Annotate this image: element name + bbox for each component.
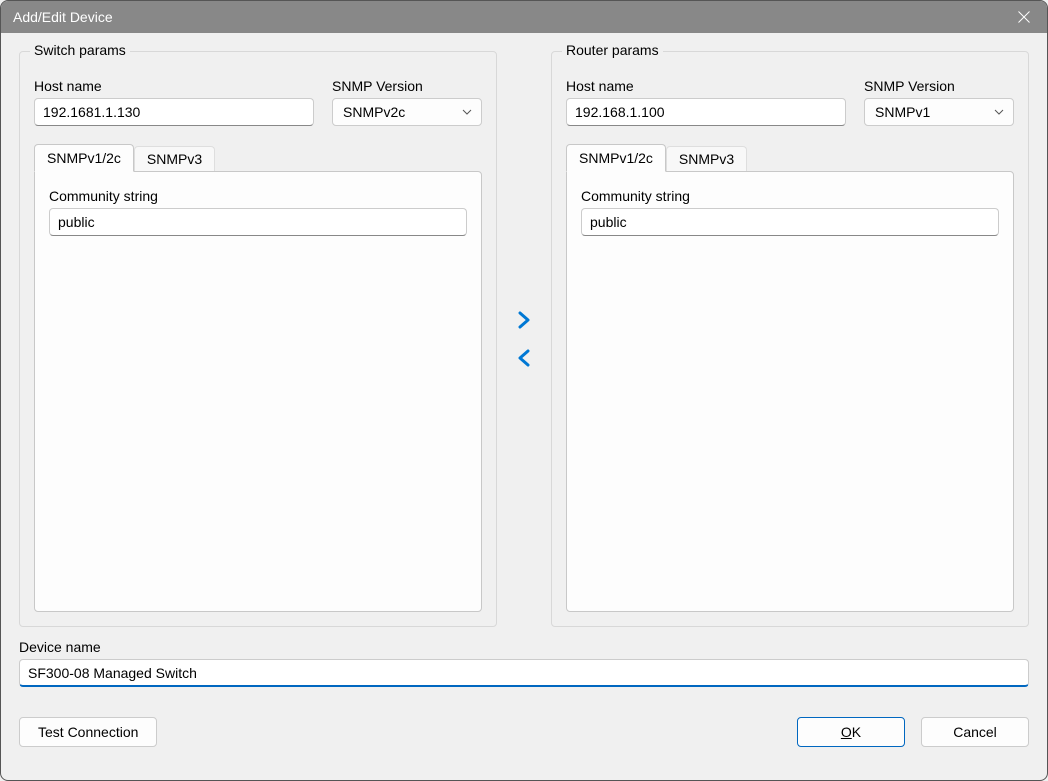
switch-snmp-version-select[interactable]: SNMPv2c bbox=[332, 98, 482, 126]
titlebar: Add/Edit Device bbox=[1, 1, 1047, 33]
switch-tab-content: Community string bbox=[34, 171, 482, 612]
switch-snmp-version-label: SNMP Version bbox=[332, 78, 482, 94]
close-icon bbox=[1018, 11, 1030, 23]
chevron-left-icon bbox=[517, 349, 531, 367]
device-name-input[interactable] bbox=[19, 659, 1029, 687]
router-params-fieldset: Router params Host name SNMP Version SNM… bbox=[551, 51, 1029, 627]
device-name-section: Device name bbox=[19, 639, 1029, 687]
button-row: Test Connection OK Cancel bbox=[19, 717, 1029, 747]
test-connection-button[interactable]: Test Connection bbox=[19, 717, 157, 747]
cancel-button[interactable]: Cancel bbox=[921, 717, 1029, 747]
router-community-input[interactable] bbox=[581, 208, 999, 236]
ok-button[interactable]: OK bbox=[797, 717, 905, 747]
switch-host-input[interactable] bbox=[34, 98, 314, 126]
router-host-input[interactable] bbox=[566, 98, 846, 126]
router-tab-snmpv3[interactable]: SNMPv3 bbox=[666, 146, 747, 171]
dialog-window: Add/Edit Device Switch params Host name bbox=[0, 0, 1048, 781]
switch-snmp-version-value: SNMPv2c bbox=[332, 98, 482, 126]
router-snmp-version-value: SNMPv1 bbox=[864, 98, 1014, 126]
switch-tab-snmpv12c[interactable]: SNMPv1/2c bbox=[34, 144, 134, 172]
switch-host-label: Host name bbox=[34, 78, 314, 94]
router-host-label: Host name bbox=[566, 78, 846, 94]
ok-button-rest: K bbox=[852, 724, 861, 740]
window-title: Add/Edit Device bbox=[13, 9, 113, 25]
copy-right-button[interactable] bbox=[514, 310, 534, 330]
switch-community-input[interactable] bbox=[49, 208, 467, 236]
copy-arrows bbox=[497, 51, 551, 627]
device-name-label: Device name bbox=[19, 639, 1029, 655]
router-tab-content: Community string bbox=[566, 171, 1014, 612]
router-tabs: SNMPv1/2c SNMPv3 bbox=[566, 144, 1014, 171]
router-snmp-version-select[interactable]: SNMPv1 bbox=[864, 98, 1014, 126]
switch-tab-snmpv3[interactable]: SNMPv3 bbox=[134, 146, 215, 171]
router-community-label: Community string bbox=[581, 188, 999, 204]
dialog-content: Switch params Host name SNMP Version SNM… bbox=[1, 33, 1047, 780]
router-tab-snmpv12c[interactable]: SNMPv1/2c bbox=[566, 144, 666, 172]
switch-tabs: SNMPv1/2c SNMPv3 bbox=[34, 144, 482, 171]
params-row: Switch params Host name SNMP Version SNM… bbox=[19, 51, 1029, 627]
switch-community-label: Community string bbox=[49, 188, 467, 204]
switch-params-legend: Switch params bbox=[30, 42, 130, 58]
switch-params-fieldset: Switch params Host name SNMP Version SNM… bbox=[19, 51, 497, 627]
copy-left-button[interactable] bbox=[514, 348, 534, 368]
close-button[interactable] bbox=[1001, 1, 1047, 33]
router-snmp-version-label: SNMP Version bbox=[864, 78, 1014, 94]
router-params-legend: Router params bbox=[562, 42, 663, 58]
chevron-right-icon bbox=[517, 311, 531, 329]
